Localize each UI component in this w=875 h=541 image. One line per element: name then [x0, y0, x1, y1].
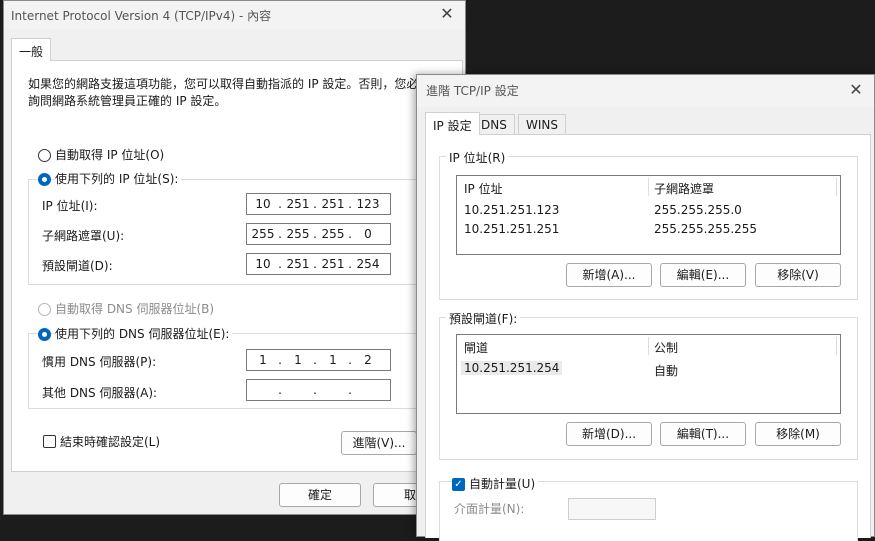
- description-line-1: 如果您的網路支援這項功能，您可以取得自動指派的 IP 設定。否則，您必: [28, 77, 419, 91]
- edit-gateway-button[interactable]: 編輯(T)...: [660, 422, 746, 446]
- ip-address-label: IP 位址(I):: [42, 199, 98, 213]
- auto-ip-label: 自動取得 IP 位址(O): [55, 148, 165, 162]
- tab-wins[interactable]: WINS: [518, 114, 566, 134]
- column-metric[interactable]: 公制: [654, 339, 678, 356]
- column-ip-address[interactable]: IP 位址: [464, 180, 503, 197]
- column-subnet-mask[interactable]: 子網路遮罩: [654, 180, 714, 197]
- preferred-dns-input[interactable]: 1 . 1 . 1 . 2: [246, 349, 391, 371]
- validate-on-exit-checkbox[interactable]: [43, 435, 56, 448]
- edit-ip-button[interactable]: 編輯(E)...: [660, 263, 746, 287]
- auto-metric-checkbox[interactable]: ✓: [452, 478, 465, 491]
- ip-settings-tab-panel: IP 位址(R) IP 位址 子網路遮罩 10.251.251.123 255.…: [425, 134, 871, 541]
- column-gateway[interactable]: 閘道: [464, 339, 488, 356]
- ip-row-2-mask[interactable]: 255.255.255.255: [654, 222, 757, 236]
- manual-dns-radio[interactable]: [38, 328, 51, 341]
- ip-row-1-mask[interactable]: 255.255.255.0: [654, 203, 742, 217]
- manual-ip-label: 使用下列的 IP 位址(S):: [55, 170, 182, 187]
- gateway-row-1-metric[interactable]: 自動: [654, 362, 678, 379]
- remove-ip-button[interactable]: 移除(V): [755, 263, 841, 287]
- advanced-button[interactable]: 進階(V)...: [341, 431, 417, 455]
- ip-row-1-ip[interactable]: 10.251.251.123: [464, 203, 559, 217]
- close-icon[interactable]: ✕: [437, 4, 457, 24]
- auto-ip-radio[interactable]: [38, 149, 51, 162]
- auto-dns-label: 自動取得 DNS 伺服器位址(B): [55, 302, 215, 316]
- default-gateway-label: 預設閘道(D):: [42, 259, 113, 273]
- subnet-mask-label: 子網路遮罩(U):: [42, 229, 125, 243]
- close-icon[interactable]: ✕: [846, 80, 866, 100]
- advanced-dialog-title: 進階 TCP/IP 設定: [426, 84, 519, 98]
- alternate-dns-label: 其他 DNS 伺服器(A):: [42, 386, 158, 400]
- manual-dns-label: 使用下列的 DNS 伺服器位址(E):: [55, 325, 233, 342]
- advanced-tcpip-dialog: 進階 TCP/IP 設定 ✕ IP 設定 DNS WINS IP 位址(R) I…: [416, 74, 875, 541]
- default-gateway-group-label: 預設閘道(F):: [446, 310, 521, 327]
- validate-on-exit-label: 結束時確認設定(L): [60, 435, 161, 449]
- alternate-dns-input[interactable]: . . .: [246, 379, 391, 401]
- general-tab-panel: 如果您的網路支援這項功能，您可以取得自動指派的 IP 設定。否則，您必 詢問網路…: [11, 60, 464, 472]
- ipv4-properties-dialog: Internet Protocol Version 4 (TCP/IPv4) -…: [3, 0, 466, 515]
- add-ip-button[interactable]: 新增(A)...: [566, 263, 652, 287]
- remove-gateway-button[interactable]: 移除(M): [755, 422, 841, 446]
- ipv4-dialog-title: Internet Protocol Version 4 (TCP/IPv4) -…: [11, 9, 272, 23]
- default-gateway-input[interactable]: 10 . 251 . 251 . 254: [246, 253, 391, 275]
- ip-address-list[interactable]: IP 位址 子網路遮罩 10.251.251.123 255.255.255.0…: [456, 175, 841, 255]
- ip-address-group-label: IP 位址(R): [446, 149, 509, 166]
- auto-dns-radio[interactable]: [38, 303, 51, 316]
- ip-address-input[interactable]: 10 . 251 . 251 . 123: [246, 193, 391, 215]
- subnet-mask-input[interactable]: 255 . 255 . 255 . 0: [246, 223, 391, 245]
- preferred-dns-label: 慣用 DNS 伺服器(P):: [42, 355, 157, 369]
- description-line-2: 詢問網路系統管理員正確的 IP 設定。: [28, 94, 227, 108]
- gateway-row-1-gateway[interactable]: 10.251.251.254: [461, 361, 563, 375]
- interface-metric-label: 介面計量(N):: [454, 502, 525, 516]
- ok-button[interactable]: 確定: [279, 483, 361, 507]
- auto-metric-label: 自動計量(U): [466, 475, 539, 492]
- default-gateway-list[interactable]: 閘道 公制 10.251.251.254 自動: [456, 334, 841, 414]
- tab-ip-settings[interactable]: IP 設定: [425, 112, 480, 135]
- add-gateway-button[interactable]: 新增(D)...: [566, 422, 652, 446]
- advanced-titlebar: 進階 TCP/IP 設定 ✕: [417, 75, 874, 107]
- ip-row-2-ip[interactable]: 10.251.251.251: [464, 222, 559, 236]
- interface-metric-input[interactable]: [568, 498, 656, 520]
- manual-ip-radio[interactable]: [38, 173, 51, 186]
- ipv4-titlebar: Internet Protocol Version 4 (TCP/IPv4) -…: [4, 1, 465, 29]
- tab-general[interactable]: 一般: [11, 38, 52, 61]
